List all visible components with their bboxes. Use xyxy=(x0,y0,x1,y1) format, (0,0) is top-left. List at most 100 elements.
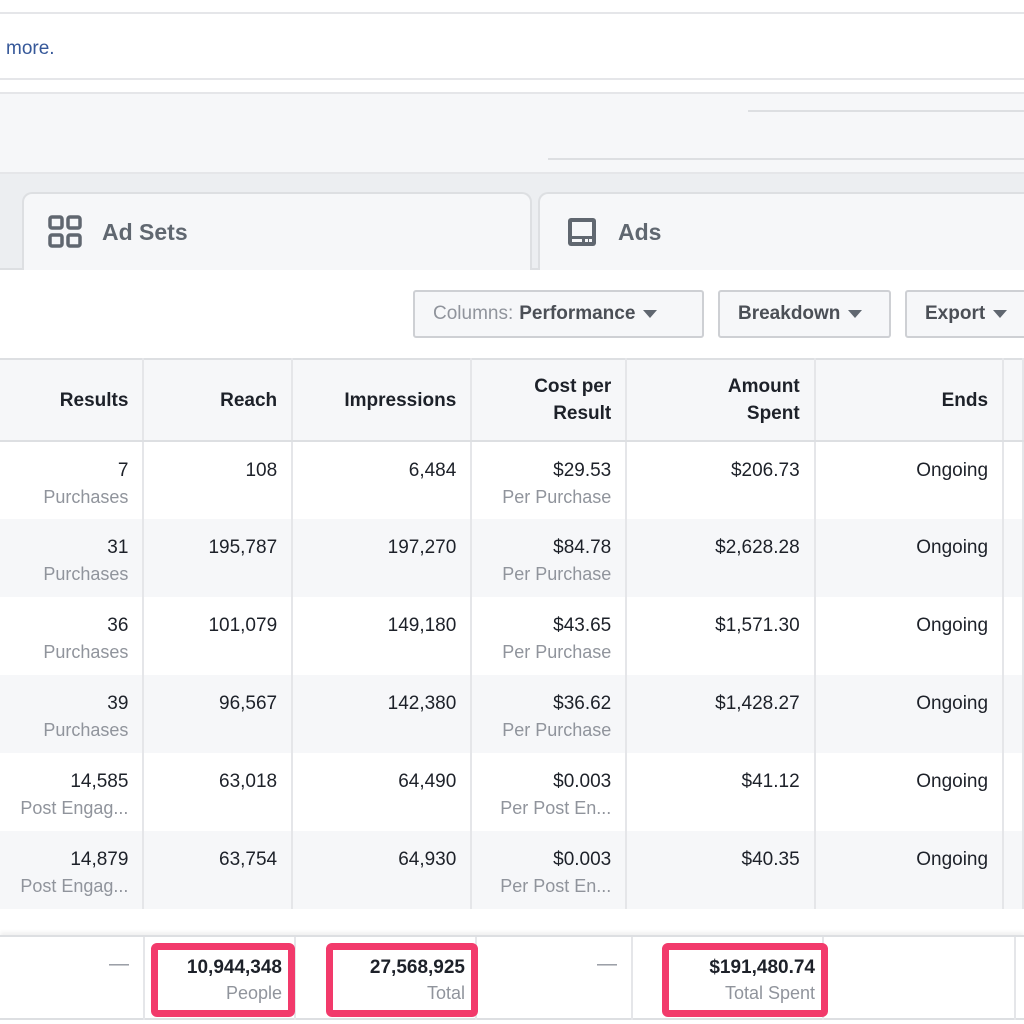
highlight-reach: 10,944,348 People xyxy=(151,943,295,1017)
table-header: Results Reach Impressions Cost per Resul… xyxy=(0,358,1024,442)
results-value: 14,585 xyxy=(70,771,129,792)
cost-type: Per Purchase xyxy=(502,720,612,740)
table-row[interactable]: 14,879 Post Engag... 63,754 64,930 $0.003 Per… xyxy=(0,831,1024,909)
learn-more-link[interactable]: more. xyxy=(6,38,55,60)
highlight-impressions: 27,568,925 Total xyxy=(326,943,478,1017)
spent-cell: $41.12 xyxy=(626,753,816,831)
total-impressions-label: Total xyxy=(426,983,465,1003)
results-type: Purchases xyxy=(43,720,129,740)
reach-cell: 101,079 xyxy=(143,597,294,675)
cost-cell: $29.53 Per Purchase xyxy=(471,441,628,519)
impressions-cell: 149,180 xyxy=(292,597,473,675)
spent-cell: $40.35 xyxy=(626,831,816,909)
cost-value: $43.65 xyxy=(553,615,612,636)
header-results[interactable]: Results xyxy=(0,358,145,442)
results-value: 7 xyxy=(117,460,129,481)
total-cost-cell: — xyxy=(477,937,633,1020)
table-row[interactable]: 31 Purchases 195,787 197,270 $84.78 Per Purch… xyxy=(0,519,1024,597)
ends-cell: Ongoing xyxy=(814,753,1005,831)
reach-cell: 108 xyxy=(143,441,294,519)
results-cell: 7 Purchases xyxy=(0,441,145,519)
cost-value: $0.003 xyxy=(553,771,612,792)
cost-cell: $0.003 Per Post En... xyxy=(471,753,628,831)
total-impressions: 27,568,925 xyxy=(369,957,465,978)
highlight-spent: $191,480.74 Total Spent xyxy=(662,943,828,1017)
results-value: 39 xyxy=(107,693,129,714)
header-label: Cost per Result xyxy=(534,376,612,424)
total-spent: $191,480.74 xyxy=(709,957,815,978)
header-cost-per-result[interactable]: Cost per Result xyxy=(471,358,628,442)
cost-cell: $0.003 Per Post En... xyxy=(471,831,628,909)
table-row[interactable]: 39 Purchases 96,567 142,380 $36.62 Per Purcha… xyxy=(0,675,1024,753)
header-reach[interactable]: Reach xyxy=(143,358,294,442)
cost-type: Per Post En... xyxy=(500,876,612,896)
divider xyxy=(548,158,1024,160)
reach-cell: 195,787 xyxy=(143,519,294,597)
extra-cell xyxy=(1003,675,1024,753)
results-type: Purchases xyxy=(43,564,129,584)
header-impressions[interactable]: Impressions xyxy=(292,358,473,442)
impressions-cell: 142,380 xyxy=(292,675,473,753)
header-amount-spent[interactable]: Amount Spent xyxy=(626,358,816,442)
reach-cell: 63,018 xyxy=(143,753,294,831)
export-button[interactable]: Export xyxy=(905,290,1024,338)
breakdown-label: Breakdown xyxy=(738,303,841,324)
cost-type: Per Post En... xyxy=(500,798,612,818)
cost-type: Per Purchase xyxy=(502,642,612,662)
impressions-cell: 6,484 xyxy=(292,441,473,519)
header-area xyxy=(0,92,1024,174)
header-extra xyxy=(1003,358,1024,442)
total-cost: — xyxy=(597,953,617,975)
spent-cell: $206.73 xyxy=(626,441,816,519)
results-cell: 36 Purchases xyxy=(0,597,145,675)
header-label: Amount Spent xyxy=(727,376,800,424)
results-type: Purchases xyxy=(43,487,129,507)
ends-cell: Ongoing xyxy=(814,831,1005,909)
results-table: Results Reach Impressions Cost per Resul… xyxy=(0,358,1024,909)
total-spent-label: Total Spent xyxy=(724,983,815,1003)
results-cell: 14,879 Post Engag... xyxy=(0,831,145,909)
results-value: 14,879 xyxy=(70,849,129,870)
results-cell: 31 Purchases xyxy=(0,519,145,597)
results-type: Post Engag... xyxy=(20,876,129,896)
results-value: 36 xyxy=(107,615,129,636)
impressions-cell: 64,930 xyxy=(292,831,473,909)
columns-dropdown[interactable]: Columns: Performance xyxy=(413,290,704,338)
extra-cell xyxy=(1003,753,1024,831)
table-row[interactable]: 7 Purchases 108 6,484 $29.53 Per Purchase $206… xyxy=(0,441,1024,519)
ends-cell: Ongoing xyxy=(814,519,1005,597)
results-value: 31 xyxy=(107,537,129,558)
cost-cell: $43.65 Per Purchase xyxy=(471,597,628,675)
columns-label: Columns: xyxy=(433,303,514,324)
caret-down-icon xyxy=(848,310,863,318)
extra-cell xyxy=(1003,441,1024,519)
spent-cell: $1,428.27 xyxy=(626,675,816,753)
cost-value: $84.78 xyxy=(553,537,612,558)
header-ends[interactable]: Ends xyxy=(814,358,1005,442)
divider xyxy=(748,110,1024,112)
table-row[interactable]: 14,585 Post Engag... 63,018 64,490 $0.003 Per… xyxy=(0,753,1024,831)
ends-cell: Ongoing xyxy=(814,675,1005,753)
totals-row: — — 10,944,348 People 27,568,925 Total $19… xyxy=(0,935,1024,1020)
total-results-cell: — xyxy=(0,937,145,1020)
results-cell: 14,585 Post Engag... xyxy=(0,753,145,831)
grid-icon xyxy=(48,215,82,248)
columns-value: Performance xyxy=(519,303,636,324)
breakdown-button[interactable]: Breakdown xyxy=(718,290,891,338)
ends-cell: Ongoing xyxy=(814,597,1005,675)
extra-cell xyxy=(1003,831,1024,909)
table-row[interactable]: 36 Purchases 101,079 149,180 $43.65 Per Purch… xyxy=(0,597,1024,675)
results-type: Post Engag... xyxy=(20,798,129,818)
tab-ads[interactable]: Ads xyxy=(538,192,1024,270)
total-results: — xyxy=(109,953,129,975)
tab-ad-sets[interactable]: Ad Sets xyxy=(22,192,532,270)
ad-icon xyxy=(568,218,596,246)
extra-cell xyxy=(1003,597,1024,675)
total-reach-label: People xyxy=(225,983,282,1003)
tab-label: Ads xyxy=(618,218,662,245)
level-tabs: Ad Sets Ads xyxy=(0,174,1024,270)
caret-down-icon xyxy=(993,310,1008,318)
extra-cell xyxy=(1003,519,1024,597)
spent-cell: $1,571.30 xyxy=(626,597,816,675)
cost-type: Per Purchase xyxy=(502,564,612,584)
